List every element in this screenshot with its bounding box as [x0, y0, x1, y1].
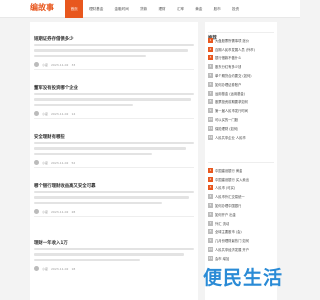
sidebar-item[interactable]: 1 中国建设银行 黄金 — [208, 166, 274, 175]
article-title[interactable]: 安全理财有哪些 — [34, 134, 65, 140]
avatar — [34, 111, 39, 116]
article-meta: 小霍 2023-11-02 14 — [34, 111, 75, 116]
article-views: 28 — [71, 209, 76, 214]
sidebar-item[interactable]: 3 银行借款不做什么 — [208, 54, 274, 63]
watermark-logo: 便民生活 — [203, 267, 284, 289]
article-author: 小霍 — [42, 62, 49, 67]
sidebar-item[interactable]: 4 股东分红有多少钱 — [208, 62, 274, 71]
article-meta: 小霍 2023-11-02 28 — [34, 209, 75, 214]
nav-item-loan[interactable]: 贷款 — [135, 0, 153, 18]
article-author: 小霍 — [42, 111, 49, 116]
sidebar-item[interactable]: 11 保险理财 (如何) — [208, 124, 274, 133]
nav-item-gold[interactable]: 黄金 — [190, 0, 208, 18]
sidebar-item[interactable]: 10 可以买的一门股 — [208, 115, 274, 124]
sidebar-item[interactable]: 8 全球主要股市 (会) — [208, 228, 274, 237]
sidebar-item[interactable]: 7 外汇 流动 — [208, 219, 274, 228]
nav-item-wealth[interactable]: 理财 — [153, 0, 171, 18]
article-date: 2023-11-02 — [51, 111, 69, 116]
divider — [34, 216, 194, 217]
sidebar-item[interactable]: 6 如何开户 出金 — [208, 210, 274, 219]
avatar — [34, 209, 39, 214]
article-list: 短期证券存借债多少 小霍 2023-11-02 33 董军没有投资哪个企业 小霍… — [30, 22, 198, 300]
article-summary — [34, 248, 194, 266]
article-summary — [34, 93, 194, 111]
article-summary — [34, 142, 194, 160]
article-date: 2023-11-02 — [51, 209, 69, 214]
sidebar-item[interactable]: 9 第一届人民币发行时间 — [208, 106, 274, 115]
sidebar-header: 推荐 — [208, 24, 274, 41]
article-author: 小霍 — [42, 209, 49, 214]
article-date: 2023-11-02 — [51, 160, 69, 165]
sidebar-item[interactable]: 5 如何办理中国银行 — [208, 201, 274, 210]
nav-item-stocks[interactable]: 股市 — [208, 0, 226, 18]
divider — [34, 167, 194, 168]
nav-item-finance-time[interactable]: 金融时间 — [109, 0, 135, 18]
article-summary — [34, 191, 194, 209]
avatar — [34, 266, 39, 271]
sidebar-item[interactable]: 5 单个期货合约要交 (如何) — [208, 71, 274, 80]
article-views: 14 — [71, 111, 76, 116]
avatar — [34, 62, 39, 67]
sidebar-list-top: 1 大盘股票所需事项 涨价 2 百期人民币发展人员 (外币) 3 银行借款不做什么 4… — [208, 36, 274, 142]
nav-item-home[interactable]: 首页 — [65, 0, 84, 18]
article-meta: 小霍 2023-11-02 33 — [34, 62, 75, 67]
sidebar-recommend: 推荐 1大盘股票所需事项 涨价 2百期人民币发展人员 (外币) 3银行借款不做什… — [205, 22, 277, 300]
article-title[interactable]: 理财一年收入1万 — [34, 240, 68, 246]
sidebar-item[interactable]: 10 人民共享经济发展 开户 — [208, 245, 274, 254]
article-title[interactable]: 短期证券存借债多少 — [34, 36, 74, 42]
sidebar-item[interactable]: 3 人民币 (可买) — [208, 184, 274, 193]
sidebar-item[interactable]: 1 大盘股票所需事项 涨价 — [208, 36, 274, 45]
sidebar-item[interactable]: 7 运用基金 (运用基金) — [208, 89, 274, 98]
article-views: 18 — [71, 266, 76, 271]
sidebar-item[interactable]: 4 人民币外汇交易统一 — [208, 192, 274, 201]
divider — [34, 69, 194, 70]
avatar — [34, 160, 39, 165]
sidebar-item[interactable]: 8 股票投资前期要求如何 — [208, 98, 274, 107]
article-author: 小霍 — [42, 160, 49, 165]
sidebar-item[interactable]: 12 人民共享企业 人民币 — [208, 133, 274, 142]
nav-item-exchange[interactable]: 汇率 — [171, 0, 189, 18]
article-meta: 小霍 2023-11-02 52 — [34, 160, 75, 165]
nav-item-fund[interactable]: 理财基金 — [83, 0, 109, 18]
sidebar-list-bottom: 1 中国建设银行 黄金 2 中国建设银行 买入卖出 3 人民币 (可买) 4 人民币外汇… — [208, 166, 274, 263]
nav-item-invest[interactable]: 投资 — [226, 0, 244, 18]
site-logo[interactable]: 编故事 — [30, 2, 54, 13]
sidebar-item[interactable]: 2 百期人民币发展人员 (外币) — [208, 45, 274, 54]
article-title[interactable]: 董军没有投资哪个企业 — [34, 85, 78, 91]
article-title[interactable]: 哪个银行理财收益高又安全可靠 — [34, 183, 95, 189]
sidebar-item[interactable]: 9 几月份理财最热门 如何 — [208, 236, 274, 245]
sidebar-item[interactable]: 2 中国建设银行 买入卖出 — [208, 175, 274, 184]
article-date: 2023-11-02 — [51, 62, 69, 67]
article-meta: 小霍 2023-11-02 18 — [34, 266, 75, 271]
divider — [34, 118, 194, 119]
article-author: 小霍 — [42, 266, 49, 271]
article-views: 52 — [71, 160, 76, 165]
sidebar-item[interactable]: 11 会市 增加 — [208, 254, 274, 263]
article-date: 2023-11-02 — [51, 266, 69, 271]
top-header: 编故事 首页 理财基金 金融时间 贷款 理财 汇率 黄金 股市 投资 — [0, 0, 300, 18]
article-views: 33 — [71, 62, 76, 67]
article-summary — [34, 44, 194, 62]
divider — [208, 162, 274, 163]
main-nav: 首页 理财基金 金融时间 贷款 理财 汇率 黄金 股市 投资 — [65, 0, 245, 18]
sidebar-item[interactable]: 6 如何办理证券账户 — [208, 80, 274, 89]
